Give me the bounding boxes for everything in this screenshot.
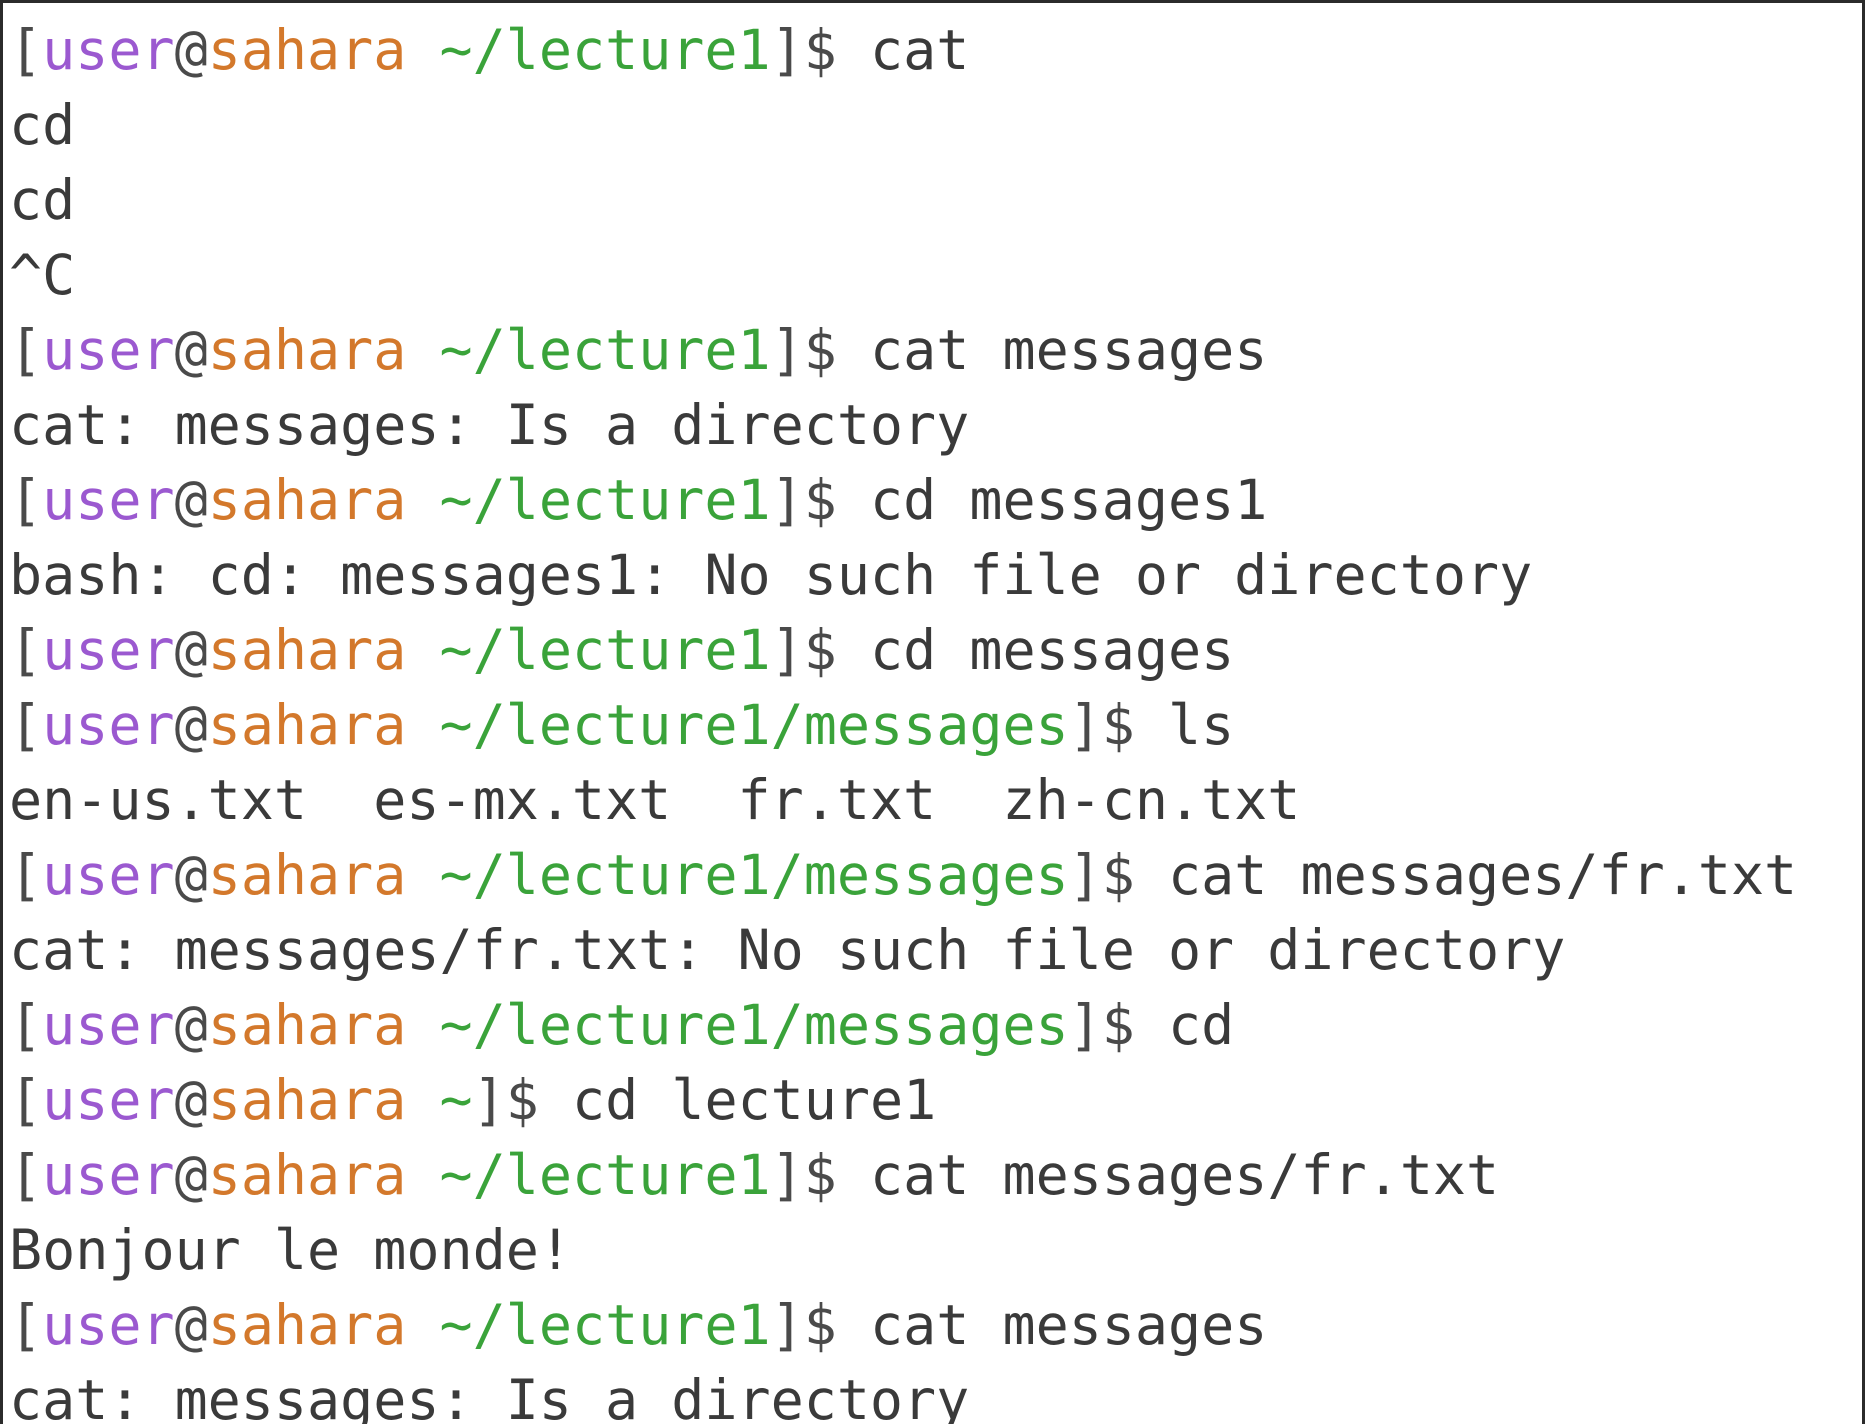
command-text: cat messages/fr.txt xyxy=(870,1143,1500,1207)
prompt-path: ~ xyxy=(439,1068,473,1132)
terminal-prompt-line: [user@sahara ~/lecture1/messages]$ ls xyxy=(9,693,1235,757)
prompt-host: sahara xyxy=(207,993,407,1057)
terminal-prompt-line: [user@sahara ~/lecture1]$ cat messages/f… xyxy=(9,1143,1500,1207)
terminal-prompt-line: [user@sahara ~]$ cd lecture1 xyxy=(9,1068,937,1132)
terminal-output-line: cd xyxy=(9,93,76,157)
command-text: ls xyxy=(1168,693,1235,757)
prompt-user: user xyxy=(42,1293,175,1357)
terminal-prompt-line: [user@sahara ~/lecture1]$ cd messages xyxy=(9,618,1235,682)
terminal-output-line: cat: messages/fr.txt: No such file or di… xyxy=(9,918,1566,982)
prompt-path: ~/lecture1/messages xyxy=(439,993,1069,1057)
terminal-output-line: cat: messages: Is a directory xyxy=(9,1368,970,1424)
command-text: cd messages xyxy=(870,618,1235,682)
prompt-user: user xyxy=(42,468,175,532)
terminal-prompt-line: [user@sahara ~/lecture1/messages]$ cd xyxy=(9,993,1235,1057)
terminal-output-line: cat: messages: Is a directory xyxy=(9,393,970,457)
prompt-host: sahara xyxy=(207,1143,407,1207)
prompt-user: user xyxy=(42,993,175,1057)
prompt-user: user xyxy=(42,693,175,757)
terminal-output-line: Bonjour le monde! xyxy=(9,1218,572,1282)
terminal-prompt-line: [user@sahara ~/lecture1]$ cat xyxy=(9,18,970,82)
terminal-output-line: bash: cd: messages1: No such file or dir… xyxy=(9,543,1533,607)
prompt-path: ~/lecture1 xyxy=(439,618,771,682)
prompt-host: sahara xyxy=(207,1293,407,1357)
prompt-path: ~/lecture1/messages xyxy=(439,843,1069,907)
prompt-host: sahara xyxy=(207,843,407,907)
prompt-path: ~/lecture1/messages xyxy=(439,693,1069,757)
terminal-output-line: en-us.txt es-mx.txt fr.txt zh-cn.txt xyxy=(9,768,1301,832)
command-text: cat messages/fr.txt xyxy=(1168,843,1798,907)
prompt-path: ~/lecture1 xyxy=(439,468,771,532)
terminal-output-line: cd xyxy=(9,168,76,232)
command-text: cd messages1 xyxy=(870,468,1268,532)
prompt-host: sahara xyxy=(207,693,407,757)
prompt-user: user xyxy=(42,843,175,907)
prompt-host: sahara xyxy=(207,618,407,682)
terminal-output-line: ^C xyxy=(9,243,76,307)
prompt-user: user xyxy=(42,1143,175,1207)
terminal-prompt-line: [user@sahara ~/lecture1]$ cat messages xyxy=(9,318,1268,382)
prompt-host: sahara xyxy=(207,18,407,82)
terminal-window[interactable]: [user@sahara ~/lecture1]$ cat cd cd ^C [… xyxy=(0,0,1865,1424)
terminal-prompt-line: [user@sahara ~/lecture1/messages]$ cat m… xyxy=(9,843,1798,907)
command-text: cat messages xyxy=(870,318,1268,382)
prompt-user: user xyxy=(42,1068,175,1132)
prompt-path: ~/lecture1 xyxy=(439,18,771,82)
command-text: cat messages xyxy=(870,1293,1268,1357)
prompt-host: sahara xyxy=(207,1068,407,1132)
terminal-prompt-line: [user@sahara ~/lecture1]$ cat messages xyxy=(9,1293,1268,1357)
prompt-path: ~/lecture1 xyxy=(439,1143,771,1207)
terminal-prompt-line: [user@sahara ~/lecture1]$ cd messages1 xyxy=(9,468,1268,532)
prompt-host: sahara xyxy=(207,318,407,382)
prompt-path: ~/lecture1 xyxy=(439,318,771,382)
prompt-user: user xyxy=(42,618,175,682)
prompt-path: ~/lecture1 xyxy=(439,1293,771,1357)
command-text: cd lecture1 xyxy=(572,1068,937,1132)
command-text: cd xyxy=(1168,993,1235,1057)
prompt-user: user xyxy=(42,18,175,82)
prompt-host: sahara xyxy=(207,468,407,532)
prompt-user: user xyxy=(42,318,175,382)
command-text: cat xyxy=(870,18,970,82)
